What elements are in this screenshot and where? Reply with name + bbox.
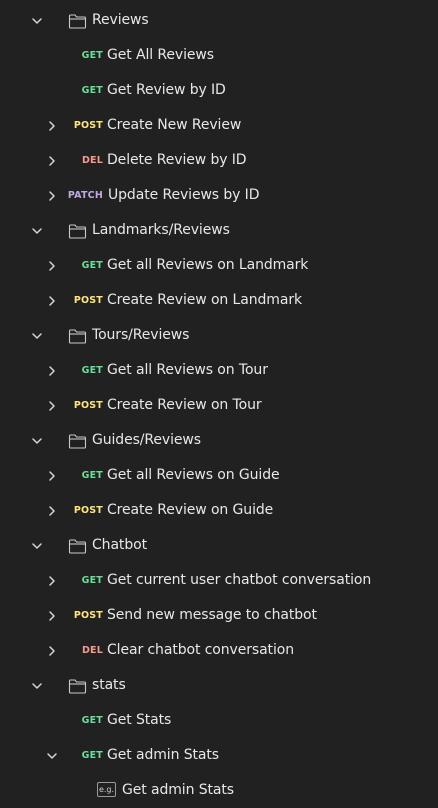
method-badge: GET	[81, 365, 103, 376]
folder-row-tours-reviews[interactable]: Tours/Reviews	[0, 318, 438, 353]
request-name: Create Review on Landmark	[107, 292, 302, 308]
chevron-right-icon[interactable]	[42, 563, 62, 598]
request-row-create-review-on-landmark[interactable]: POST Create Review on Landmark	[0, 283, 438, 318]
folder-icon	[67, 213, 87, 248]
request-row-delete-review-by-id[interactable]: DEL Delete Review by ID	[0, 143, 438, 178]
chevron-right-icon[interactable]	[42, 633, 62, 668]
method-badge: GET	[81, 750, 103, 761]
request-name: Send new message to chatbot	[107, 607, 317, 623]
method-badge: GET	[81, 85, 103, 96]
request-name: Get Stats	[107, 712, 172, 728]
folder-name: Guides/Reviews	[92, 432, 201, 448]
chevron-down-icon[interactable]	[27, 3, 47, 38]
folder-row-reviews[interactable]: Reviews	[0, 3, 438, 38]
request-name: Get all Reviews on Guide	[107, 467, 280, 483]
chevron-right-icon[interactable]	[42, 353, 62, 388]
request-row-get-current-user-chatbot-conversation[interactable]: GET Get current user chatbot conversation	[0, 563, 438, 598]
request-row-get-all-reviews-on-landmark[interactable]: GET Get all Reviews on Landmark	[0, 248, 438, 283]
request-name: Delete Review by ID	[107, 152, 247, 168]
folder-name: Tours/Reviews	[92, 327, 190, 343]
method-badge: POST	[73, 400, 103, 411]
example-row-get-admin-stats[interactable]: e.g. Get admin Stats	[0, 773, 438, 808]
chevron-down-icon[interactable]	[27, 213, 47, 248]
folder-icon	[67, 318, 87, 353]
request-row-create-review-on-guide[interactable]: POST Create Review on Guide	[0, 493, 438, 528]
method-badge: POST	[73, 610, 103, 621]
chevron-down-icon[interactable]	[27, 528, 47, 563]
request-name: Create Review on Tour	[107, 397, 262, 413]
chevron-right-icon[interactable]	[42, 143, 62, 178]
method-badge: POST	[73, 295, 103, 306]
collection-tree: Reviews GET Get All Reviews GET Get Review b…	[0, 0, 438, 808]
method-badge: GET	[81, 260, 103, 271]
request-row-create-new-review[interactable]: POST Create New Review	[0, 108, 438, 143]
example-name: Get admin Stats	[122, 782, 234, 798]
folder-icon	[67, 668, 87, 703]
method-badge: GET	[81, 575, 103, 586]
request-name: Get all Reviews on Landmark	[107, 257, 309, 273]
method-badge: GET	[81, 50, 103, 61]
request-row-update-reviews-by-id[interactable]: PATCH Update Reviews by ID	[0, 178, 438, 213]
folder-row-stats[interactable]: stats	[0, 668, 438, 703]
method-badge: DEL	[81, 155, 103, 166]
folder-name: Chatbot	[92, 537, 147, 553]
request-row-clear-chatbot-conversation[interactable]: DEL Clear chatbot conversation	[0, 633, 438, 668]
folder-name: Landmarks/Reviews	[92, 222, 230, 238]
method-badge: DEL	[81, 645, 103, 656]
request-name: Create Review on Guide	[107, 502, 274, 518]
request-name: Create New Review	[107, 117, 242, 133]
request-row-create-review-on-tour[interactable]: POST Create Review on Tour	[0, 388, 438, 423]
chevron-right-icon[interactable]	[42, 598, 62, 633]
request-name: Get All Reviews	[107, 47, 214, 63]
request-row-get-all-reviews[interactable]: GET Get All Reviews	[0, 38, 438, 73]
chevron-right-icon[interactable]	[42, 178, 62, 213]
request-row-send-new-message-to-chatbot[interactable]: POST Send new message to chatbot	[0, 598, 438, 633]
folder-name: Reviews	[92, 12, 149, 28]
folder-name: stats	[92, 677, 126, 693]
folder-icon	[67, 423, 87, 458]
request-name: Get admin Stats	[107, 747, 219, 763]
chevron-right-icon[interactable]	[42, 283, 62, 318]
method-badge: POST	[73, 120, 103, 131]
request-row-get-all-reviews-on-guide[interactable]: GET Get all Reviews on Guide	[0, 458, 438, 493]
method-badge: POST	[73, 505, 103, 516]
request-row-get-admin-stats[interactable]: GET Get admin Stats	[0, 738, 438, 773]
chevron-right-icon[interactable]	[42, 388, 62, 423]
folder-row-landmarks-reviews[interactable]: Landmarks/Reviews	[0, 213, 438, 248]
folder-row-chatbot[interactable]: Chatbot	[0, 528, 438, 563]
method-badge: GET	[81, 470, 103, 481]
folder-icon	[67, 3, 87, 38]
request-row-get-review-by-id[interactable]: GET Get Review by ID	[0, 73, 438, 108]
request-name: Get current user chatbot conversation	[107, 572, 372, 588]
request-row-get-stats[interactable]: GET Get Stats	[0, 703, 438, 738]
folder-row-guides-reviews[interactable]: Guides/Reviews	[0, 423, 438, 458]
chevron-down-icon[interactable]	[42, 738, 62, 773]
chevron-right-icon[interactable]	[42, 248, 62, 283]
chevron-down-icon[interactable]	[27, 668, 47, 703]
chevron-down-icon[interactable]	[27, 318, 47, 353]
request-name: Get all Reviews on Tour	[107, 362, 268, 378]
chevron-down-icon[interactable]	[27, 423, 47, 458]
request-name: Clear chatbot conversation	[107, 642, 294, 658]
chevron-right-icon[interactable]	[42, 458, 62, 493]
folder-icon	[67, 528, 87, 563]
request-name: Get Review by ID	[107, 82, 226, 98]
method-badge: PATCH	[67, 190, 103, 201]
example-icon: e.g.	[97, 782, 116, 797]
request-row-get-all-reviews-on-tour[interactable]: GET Get all Reviews on Tour	[0, 353, 438, 388]
method-badge: GET	[81, 715, 103, 726]
chevron-right-icon[interactable]	[42, 493, 62, 528]
chevron-right-icon[interactable]	[42, 108, 62, 143]
request-name: Update Reviews by ID	[108, 187, 260, 203]
